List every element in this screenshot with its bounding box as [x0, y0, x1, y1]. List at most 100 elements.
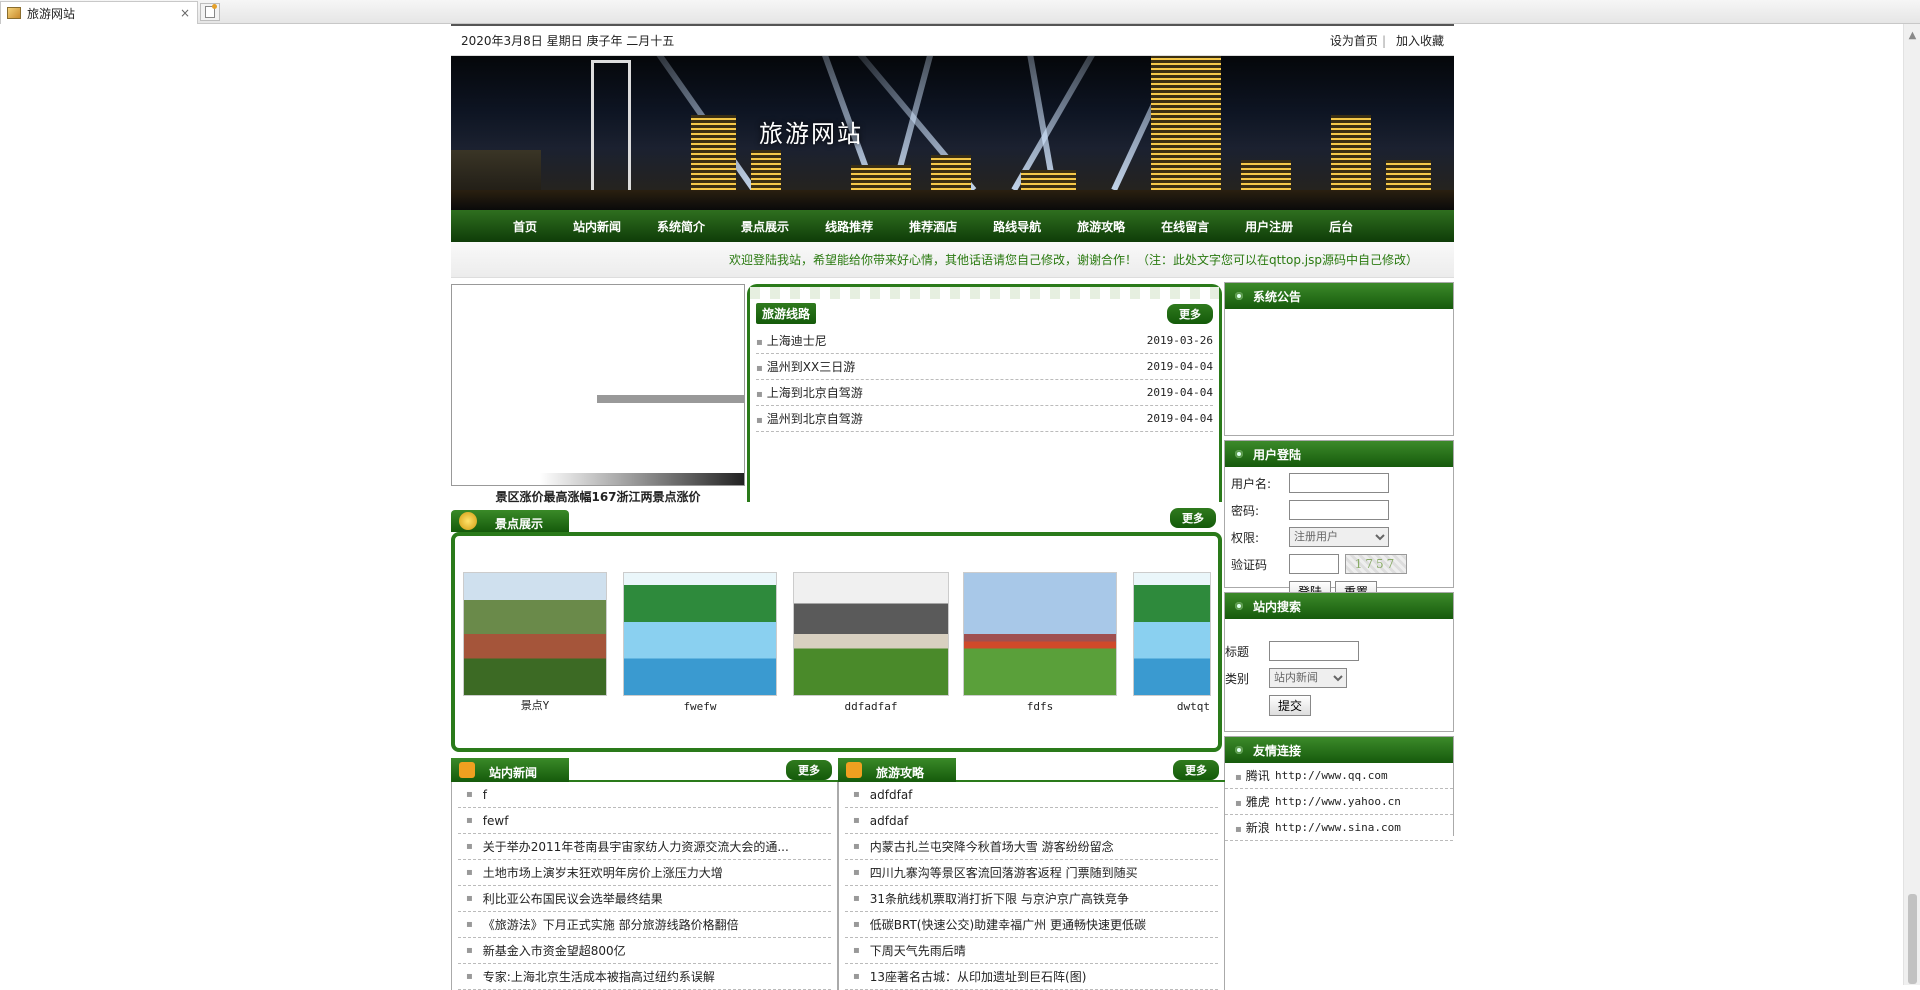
search-panel: 站内搜索 标题 类别 站内新闻 提交	[1224, 592, 1454, 732]
close-tab-icon[interactable]: ×	[177, 6, 193, 20]
nav-home[interactable]: 首页	[513, 218, 537, 235]
scenic-header: 景点展示 更多	[451, 508, 1222, 532]
nav-scenic[interactable]: 景点展示	[741, 218, 789, 235]
route-row[interactable]: 上海迪士尼 2019-03-26	[756, 328, 1213, 354]
slideshow-caption[interactable]: 景区涨价最高涨幅167浙江两景点涨价	[451, 488, 745, 505]
scroll-up-arrow-icon[interactable]: ▲	[1904, 30, 1920, 44]
friend-name[interactable]: 腾讯	[1235, 767, 1275, 784]
main-nav: 首页 站内新闻 系统简介 景点展示 线路推荐 推荐酒店 路线导航 旅游攻略 在线…	[451, 210, 1454, 242]
routes-title: 旅游线路	[756, 303, 817, 324]
news-item[interactable]: 《旅游法》下月正式实施 部分旅游线路价格翻倍	[458, 912, 831, 938]
route-date: 2019-03-26	[1146, 334, 1213, 347]
lake-photo-icon[interactable]: fwefw	[623, 572, 777, 713]
friends-panel: 友情连接 腾讯http://www.qq.com 雅虎http://www.ya…	[1224, 736, 1454, 841]
add-favorite-link[interactable]: 加入收藏	[1396, 34, 1444, 48]
login-title: 用户登陆	[1253, 447, 1302, 462]
nav-message[interactable]: 在线留言	[1161, 218, 1209, 235]
route-date: 2019-04-04	[1146, 360, 1213, 373]
nav-hotels[interactable]: 推荐酒店	[909, 218, 957, 235]
nav-site-news[interactable]: 站内新闻	[573, 218, 621, 235]
slideshow-box[interactable]	[451, 284, 745, 486]
nav-admin[interactable]: 后台	[1329, 218, 1353, 235]
guides-more-button[interactable]: 更多	[1173, 760, 1219, 780]
news-item[interactable]: 土地市场上演岁末狂欢明年房价上涨压力大增	[458, 860, 831, 886]
nav-navigation[interactable]: 路线导航	[993, 218, 1041, 235]
scenic-more-button[interactable]: 更多	[1170, 508, 1216, 528]
guide-item[interactable]: adfdfaf	[845, 782, 1218, 808]
search-title-label: 标题	[1225, 644, 1250, 659]
browser-tab[interactable]: 旅游网站 ×	[0, 1, 198, 24]
search-title-input[interactable]	[1269, 641, 1359, 661]
scenic-caption[interactable]: 景点Y	[464, 697, 606, 713]
routes-more-button[interactable]: 更多	[1167, 303, 1213, 324]
friend-name[interactable]: 雅虎	[1235, 793, 1275, 810]
scenic-caption[interactable]: fwefw	[624, 700, 776, 713]
top-links-separator: |	[1381, 34, 1386, 48]
new-tab-button[interactable]	[200, 3, 220, 21]
password-input[interactable]	[1289, 500, 1389, 520]
search-type-select[interactable]: 站内新闻	[1269, 668, 1347, 688]
news-item[interactable]: 专家:上海北京生活成本被指高过纽约系误解	[458, 964, 831, 990]
vertical-scrollbar[interactable]: ▲	[1903, 24, 1920, 985]
nav-routes[interactable]: 线路推荐	[825, 218, 873, 235]
guides-title: 旅游攻略	[876, 766, 925, 780]
park-arch-photo-icon[interactable]: fdfs	[963, 572, 1117, 713]
captcha-input[interactable]	[1289, 554, 1339, 574]
route-row[interactable]: 温州到XX三日游 2019-04-04	[756, 354, 1213, 380]
village-photo-icon[interactable]: ddfadfaf	[793, 572, 949, 713]
login-panel: 用户登陆 用户名: 密码: 权限:注册用户 验证码1757 登陆重置	[1224, 440, 1454, 602]
route-row[interactable]: 上海到北京自驾游 2019-04-04	[756, 380, 1213, 406]
guide-item[interactable]: 四川九寨沟等景区客流回落游客返程 门票随到随买	[845, 860, 1218, 886]
news-item[interactable]: fewf	[458, 808, 831, 834]
role-select[interactable]: 注册用户	[1289, 527, 1389, 547]
search-submit-button[interactable]: 提交	[1269, 695, 1312, 716]
news-more-button[interactable]: 更多	[786, 760, 832, 780]
scenic-caption[interactable]: fdfs	[964, 700, 1116, 713]
nav-register[interactable]: 用户注册	[1245, 218, 1293, 235]
nav-system-intro[interactable]: 系统简介	[657, 218, 705, 235]
username-input[interactable]	[1289, 473, 1389, 493]
notice-title: 系统公告	[1253, 289, 1302, 304]
friend-url[interactable]: http://www.yahoo.cn	[1275, 795, 1401, 808]
page-container: 2020年3月8日 星期日 庚子年 二月十五 设为首页 | 加入收藏 旅游网站 首页…	[451, 24, 1454, 990]
route-name[interactable]: 上海迪士尼	[756, 332, 827, 349]
guide-item[interactable]: 低碳BRT(快速公交)助建幸福广州 更通畅快速更低碳	[845, 912, 1218, 938]
nav-guides[interactable]: 旅游攻略	[1077, 218, 1125, 235]
username-label: 用户名:	[1231, 476, 1272, 491]
search-title: 站内搜索	[1253, 599, 1302, 614]
guide-item[interactable]: adfdaf	[845, 808, 1218, 834]
scenic-caption[interactable]: dwtqt	[1134, 700, 1210, 713]
scroll-thumb[interactable]	[1908, 894, 1917, 984]
news-item[interactable]: 新基金入市资金望超800亿	[458, 938, 831, 964]
guide-item[interactable]: 内蒙古扎兰屯突降今秋首场大雪 游客纷纷留念	[845, 834, 1218, 860]
friend-url[interactable]: http://www.qq.com	[1275, 769, 1388, 782]
rss-icon	[846, 762, 862, 778]
friend-name[interactable]: 新浪	[1235, 819, 1275, 836]
route-name[interactable]: 温州到北京自驾游	[756, 410, 863, 427]
friend-link-row[interactable]: 腾讯http://www.qq.com	[1225, 763, 1453, 789]
lake-photo-icon[interactable]: dwtqt	[1133, 572, 1211, 713]
captcha-image[interactable]: 1757	[1345, 554, 1407, 574]
browser-tab-bar: 旅游网站 ×	[0, 0, 1920, 24]
friend-link-row[interactable]: 雅虎http://www.yahoo.cn	[1225, 789, 1453, 815]
top-links: 设为首页 | 加入收藏	[1326, 32, 1444, 49]
friend-url[interactable]: http://www.sina.com	[1275, 821, 1401, 834]
scenic-caption[interactable]: ddfadfaf	[794, 700, 948, 713]
guide-item[interactable]: 下周天气先雨后晴	[845, 938, 1218, 964]
guide-item[interactable]: 13座著名古城：从印加遗址到巨石阵(图)	[845, 964, 1218, 990]
banner-title: 旅游网站	[759, 120, 863, 148]
site-banner: 旅游网站	[451, 56, 1454, 210]
password-label: 密码:	[1231, 503, 1260, 518]
bullet-icon	[1235, 746, 1243, 754]
mountain-photo-icon[interactable]: 景点Y	[463, 572, 607, 712]
route-row[interactable]: 温州到北京自驾游 2019-04-04	[756, 406, 1213, 432]
news-item[interactable]: 利比亚公布国民议会选举最终结果	[458, 886, 831, 912]
news-item[interactable]: f	[458, 782, 831, 808]
guide-item[interactable]: 31条航线机票取消打折下限 与京沪京广高铁竞争	[845, 886, 1218, 912]
set-home-link[interactable]: 设为首页	[1330, 34, 1378, 48]
news-item[interactable]: 关于举办2011年苍南县宇宙家纺人力资源交流大会的通...	[458, 834, 831, 860]
route-name[interactable]: 上海到北京自驾游	[756, 384, 863, 401]
friend-link-row[interactable]: 新浪http://www.sina.com	[1225, 815, 1453, 841]
news-title: 站内新闻	[489, 766, 538, 780]
route-name[interactable]: 温州到XX三日游	[756, 358, 855, 375]
